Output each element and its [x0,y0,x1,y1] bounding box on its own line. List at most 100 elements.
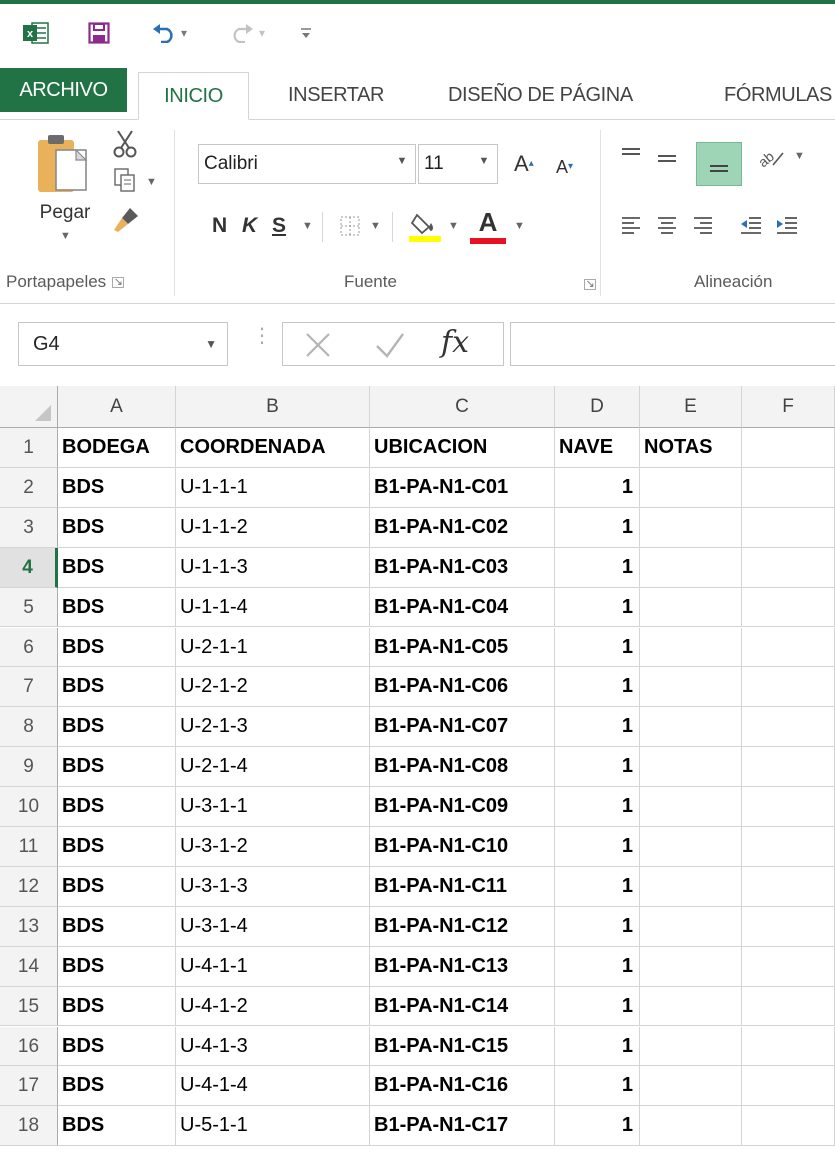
cell-a17[interactable]: BDS [58,1066,176,1107]
orientation-icon[interactable]: ab [752,140,792,174]
align-top-icon[interactable] [616,140,646,170]
cell-a4[interactable]: BDS [58,547,176,588]
cell-e12[interactable] [640,866,742,907]
cell-a6[interactable]: BDS [58,627,176,668]
cell-a7[interactable]: BDS [58,667,176,708]
align-left-icon[interactable] [616,210,646,240]
redo-dropdown-icon[interactable]: ▾ [259,26,265,40]
cell-f15[interactable] [742,986,835,1027]
cell-a8[interactable]: BDS [58,707,176,748]
cell-b13[interactable]: U-3-1-4 [176,906,370,947]
cell-e16[interactable] [640,1026,742,1067]
cell-c14[interactable]: B1-PA-N1-C13 [370,946,555,987]
font-color-dropdown-icon[interactable]: ▼ [514,220,525,232]
cell-f1[interactable] [742,428,835,468]
format-painter-icon[interactable] [110,202,144,236]
row-header[interactable]: 2 [0,467,58,508]
fill-color-dropdown-icon[interactable]: ▼ [448,220,459,232]
cell-e13[interactable] [640,906,742,947]
cell-a18[interactable]: BDS [58,1106,176,1147]
row-header[interactable]: 17 [0,1066,58,1107]
tab-insertar[interactable]: INSERTAR [288,72,384,120]
cell-a5[interactable]: BDS [58,587,176,628]
cell-b8[interactable]: U-2-1-3 [176,707,370,748]
tab-inicio[interactable]: INICIO [138,72,249,120]
cell-b18[interactable]: U-5-1-1 [176,1106,370,1147]
cell-b4[interactable]: U-1-1-3 [176,547,370,588]
cell-f2[interactable] [742,467,835,508]
cell-a1[interactable]: BODEGA [58,428,176,468]
cell-f10[interactable] [742,787,835,827]
cell-a9[interactable]: BDS [58,747,176,788]
row-header[interactable]: 5 [0,587,58,628]
cell-a16[interactable]: BDS [58,1026,176,1067]
cell-c1[interactable]: UBICACION [370,428,555,468]
cell-c16[interactable]: B1-PA-N1-C15 [370,1026,555,1067]
cell-e18[interactable] [640,1106,742,1147]
fill-color-icon[interactable] [408,208,442,244]
font-size-arrow-icon[interactable]: ▼ [475,155,493,167]
column-header-c[interactable]: C [370,386,555,428]
font-name-arrow-icon[interactable]: ▼ [393,155,411,167]
cell-a3[interactable]: BDS [58,507,176,548]
row-header[interactable]: 14 [0,946,58,987]
orientation-dropdown-icon[interactable]: ▼ [794,150,805,162]
cell-b7[interactable]: U-2-1-2 [176,667,370,708]
cell-f18[interactable] [742,1106,835,1147]
cell-a13[interactable]: BDS [58,906,176,947]
align-bottom-icon[interactable] [696,142,742,186]
cell-b1[interactable]: COORDENADA [176,428,370,468]
cell-f17[interactable] [742,1066,835,1107]
redo-icon[interactable]: ▾ [224,20,270,46]
cell-e3[interactable] [640,507,742,548]
cell-e11[interactable] [640,827,742,867]
cell-b11[interactable]: U-3-1-2 [176,827,370,867]
copy-icon[interactable] [110,164,140,196]
increase-indent-icon[interactable] [772,210,802,240]
cell-e15[interactable] [640,986,742,1027]
cell-d7[interactable]: 1 [555,667,640,708]
select-all-button[interactable] [0,386,58,428]
name-box-dropdown-icon[interactable]: ▼ [205,323,217,365]
cell-d12[interactable]: 1 [555,866,640,907]
cell-f11[interactable] [742,827,835,867]
italic-button[interactable]: K [242,210,257,242]
cell-d6[interactable]: 1 [555,627,640,668]
cell-c6[interactable]: B1-PA-N1-C05 [370,627,555,668]
cell-d8[interactable]: 1 [555,707,640,748]
cell-c13[interactable]: B1-PA-N1-C12 [370,906,555,947]
cell-d16[interactable]: 1 [555,1026,640,1067]
borders-icon[interactable] [336,212,364,240]
copy-dropdown-icon[interactable]: ▼ [146,176,157,188]
name-box[interactable]: G4 ▼ [18,322,228,366]
row-header[interactable]: 13 [0,906,58,947]
cell-d14[interactable]: 1 [555,946,640,987]
cell-b3[interactable]: U-1-1-2 [176,507,370,548]
cell-c2[interactable]: B1-PA-N1-C01 [370,467,555,508]
cell-f5[interactable] [742,587,835,628]
cell-e1[interactable]: NOTAS [640,428,742,468]
cell-e14[interactable] [640,946,742,987]
column-header-d[interactable]: D [555,386,640,428]
clipboard-launcher-icon[interactable]: ↘ [112,277,125,289]
row-header[interactable]: 15 [0,986,58,1027]
row-header[interactable]: 8 [0,707,58,748]
cancel-icon[interactable] [299,327,337,363]
cell-a12[interactable]: BDS [58,866,176,907]
cell-b10[interactable]: U-3-1-1 [176,787,370,827]
underline-button[interactable]: S [272,210,286,242]
cell-e8[interactable] [640,707,742,748]
column-header-b[interactable]: B [176,386,370,428]
cell-c9[interactable]: B1-PA-N1-C08 [370,747,555,788]
cut-icon[interactable] [110,128,140,160]
customize-qat-icon[interactable] [296,20,316,46]
insert-function-icon[interactable]: fx [441,321,469,365]
cell-e7[interactable] [640,667,742,708]
cell-b12[interactable]: U-3-1-3 [176,866,370,907]
cell-b6[interactable]: U-2-1-1 [176,627,370,668]
cell-b14[interactable]: U-4-1-1 [176,946,370,987]
row-header[interactable]: 9 [0,747,58,788]
enter-icon[interactable] [369,327,411,363]
cell-d13[interactable]: 1 [555,906,640,947]
bold-button[interactable]: N [212,210,227,242]
